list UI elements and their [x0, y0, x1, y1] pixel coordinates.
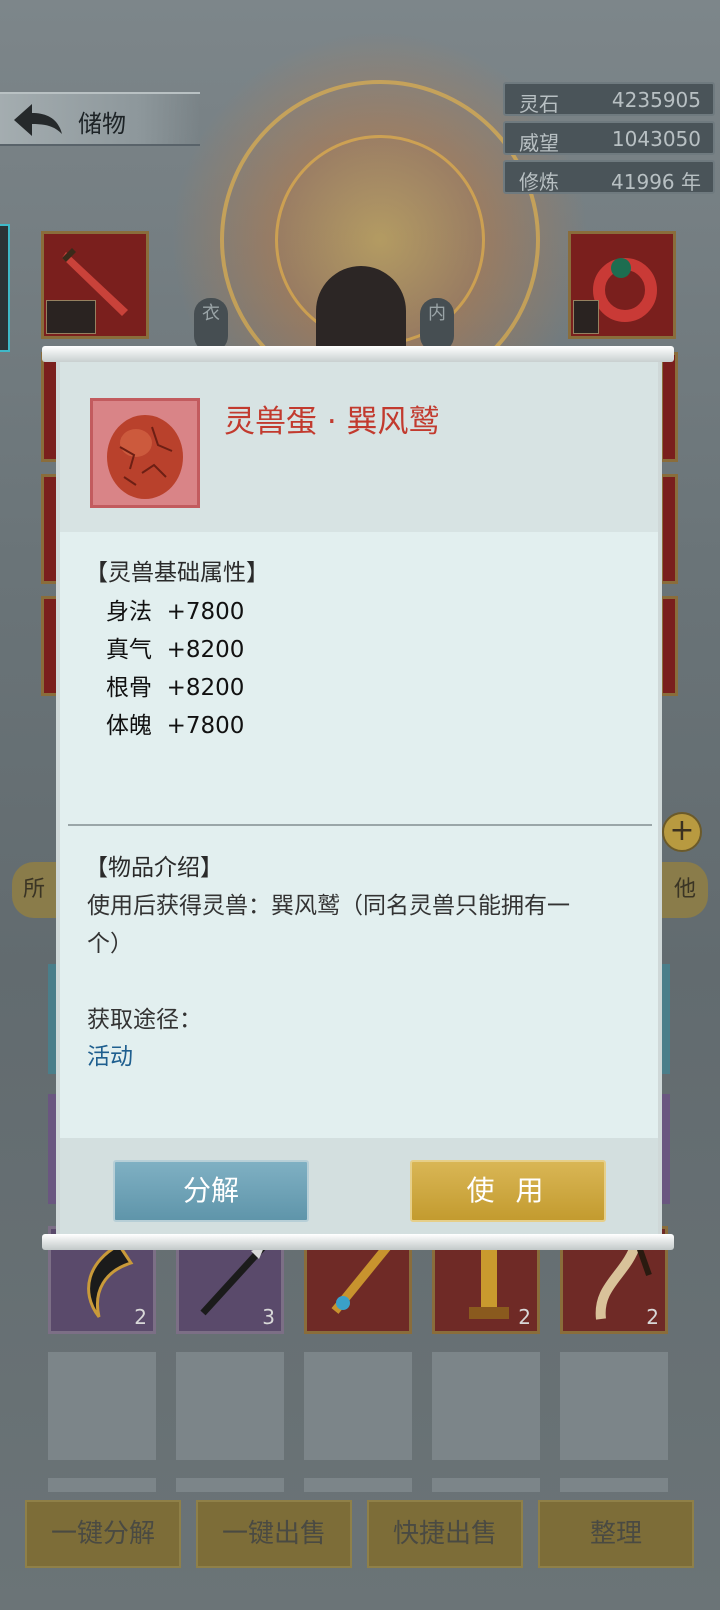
scroll-rod-top [42, 346, 674, 362]
item-count: 3 [262, 1305, 275, 1329]
tab-all[interactable]: 所 [12, 862, 56, 918]
stat-prestige: 威望 1043050 [503, 121, 715, 155]
equip-slot-weapon[interactable] [41, 231, 149, 339]
inventory-empty-slot[interactable] [432, 1352, 540, 1460]
intro-text-cont: 个） [87, 931, 133, 957]
stat-value: 1043050 [611, 127, 701, 151]
equip-slot-right-3[interactable] [660, 474, 678, 584]
inventory-empty-slot [304, 1478, 412, 1492]
stat-label: 威望 [519, 131, 559, 155]
grade-tag [46, 300, 96, 334]
decompose-button[interactable]: 分解 [113, 1160, 309, 1222]
beast-egg-icon [107, 415, 183, 499]
stat-spirit-stone: 灵石 4235905 [503, 82, 715, 116]
item-count: 2 [518, 1305, 531, 1329]
equip-label-inner: 内 [420, 298, 454, 352]
stat-label: 修炼 [519, 170, 559, 194]
attribute-row: 真气 +8200 [106, 637, 245, 663]
inventory-empty-slot [560, 1478, 668, 1492]
inventory-empty-slot[interactable] [304, 1352, 412, 1460]
stat-label: 灵石 [519, 92, 559, 116]
attribute-row: 体魄 +7800 [106, 713, 245, 739]
add-button[interactable]: + [662, 812, 702, 852]
equip-slot-ring[interactable] [568, 231, 676, 339]
item-count: 2 [134, 1305, 147, 1329]
page-title: 储物 [78, 110, 126, 138]
inventory-empty-slot [432, 1478, 540, 1492]
inventory-empty-slot [176, 1478, 284, 1492]
equip-label-clothes: 衣 [194, 298, 228, 352]
item-icon-frame [90, 398, 200, 508]
stat-value: 4235905 [611, 88, 701, 112]
staff-icon [331, 1244, 391, 1314]
top-bar: 储物 [0, 92, 200, 146]
attribute-row: 根骨 +8200 [106, 675, 245, 701]
quick-sell-button[interactable]: 快捷出售 [367, 1500, 523, 1568]
use-button[interactable]: 使 用 [410, 1160, 606, 1222]
attribute-row: 身法 +7800 [106, 599, 245, 625]
back-arrow-icon[interactable] [10, 100, 66, 140]
inventory-empty-slot [48, 1478, 156, 1492]
intro-text: 使用后获得灵兽：巽风鹫（同名灵兽只能拥有一 [87, 893, 570, 919]
scroll-rod-bottom [42, 1234, 674, 1250]
inventory-empty-slot[interactable] [48, 1352, 156, 1460]
blade-icon [87, 1243, 134, 1318]
intro-heading: 【物品介绍】 [85, 855, 223, 881]
inventory-empty-slot[interactable] [176, 1352, 284, 1460]
source-label: 获取途径： [87, 1007, 202, 1033]
divider [68, 824, 652, 826]
tab-other[interactable]: 他 [662, 862, 708, 918]
item-name: 灵兽蛋 · 巽风鹫 [224, 404, 440, 440]
equip-slot-right-2[interactable] [660, 352, 678, 462]
decompose-all-button[interactable]: 一键分解 [25, 1500, 181, 1568]
equip-slot-right-4[interactable] [660, 596, 678, 696]
character-portrait [316, 266, 406, 356]
item-count: 2 [646, 1305, 659, 1329]
sell-all-button[interactable]: 一键出售 [196, 1500, 352, 1568]
stat-cultivation: 修炼 41996 年 [503, 160, 715, 194]
attributes-heading: 【灵兽基础属性】 [85, 560, 269, 586]
spear-icon [200, 1242, 268, 1316]
grade-tag [573, 300, 599, 334]
side-tab[interactable] [0, 224, 10, 352]
stat-value: 41996 年 [611, 170, 701, 194]
organize-button[interactable]: 整理 [538, 1500, 694, 1568]
inventory-empty-slot[interactable] [560, 1352, 668, 1460]
source-link[interactable]: 活动 [87, 1037, 133, 1071]
